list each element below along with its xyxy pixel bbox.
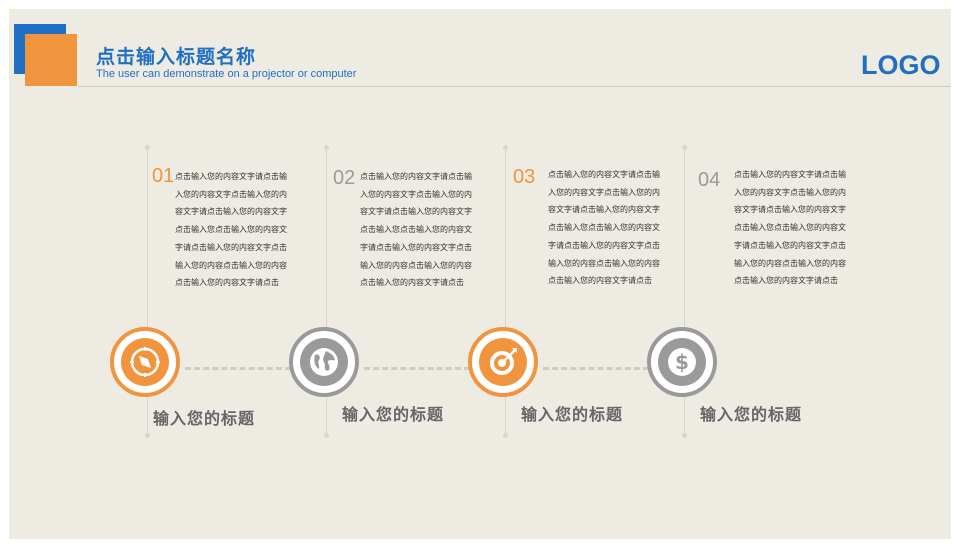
divider-dot — [145, 145, 150, 150]
step-title[interactable]: 输入您的标题 — [521, 401, 623, 425]
step-circle — [110, 327, 180, 397]
logo: LOGO — [861, 50, 941, 80]
step-body-text[interactable]: 点击输入您的内容文字请点击输入您的内容文字点击输入您的内容文字请点击输入您的内容… — [175, 168, 287, 292]
step-number: 01 — [152, 165, 175, 187]
step-title[interactable]: 输入您的标题 — [153, 405, 255, 429]
divider-dot — [324, 145, 329, 150]
target-icon — [479, 338, 527, 386]
step-circle — [468, 327, 538, 397]
dollar-icon: $ — [658, 338, 706, 386]
divider-dot — [324, 433, 329, 438]
step-number: 02 — [333, 167, 356, 189]
divider-dot — [503, 433, 508, 438]
step-number: 03 — [513, 166, 536, 188]
divider-dot — [682, 145, 687, 150]
slide-title[interactable]: 点击输入标题名称 — [96, 42, 256, 69]
step-title[interactable]: 输入您的标题 — [342, 401, 444, 425]
divider-dot — [503, 145, 508, 150]
timeline-connector — [364, 367, 470, 370]
step-body-text[interactable]: 点击输入您的内容文字请点击输入您的内容文字点击输入您的内容文字请点击输入您的内容… — [360, 168, 472, 292]
step-number: 04 — [698, 169, 721, 191]
step-body-text[interactable]: 点击输入您的内容文字请点击输入您的内容文字点击输入您的内容文字请点击输入您的内容… — [734, 166, 846, 290]
decor-square-orange — [25, 34, 77, 86]
header-divider — [78, 86, 950, 87]
step-circle — [289, 327, 359, 397]
svg-text:$: $ — [675, 350, 689, 374]
divider-dot — [145, 433, 150, 438]
globe-icon — [300, 338, 348, 386]
step-body-text[interactable]: 点击输入您的内容文字请点击输入您的内容文字点击输入您的内容文字请点击输入您的内容… — [548, 166, 660, 290]
step-title[interactable]: 输入您的标题 — [700, 401, 802, 425]
timeline-connector — [543, 367, 649, 370]
compass-icon — [121, 338, 169, 386]
step-circle: $ — [647, 327, 717, 397]
slide-subtitle[interactable]: The user can demonstrate on a projector … — [96, 68, 356, 80]
divider-dot — [682, 433, 687, 438]
timeline-connector — [185, 367, 291, 370]
